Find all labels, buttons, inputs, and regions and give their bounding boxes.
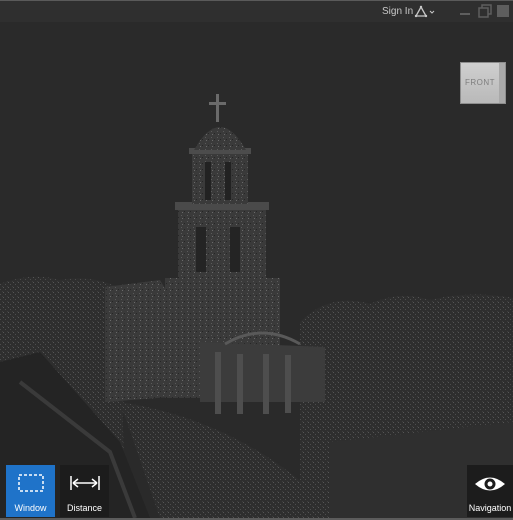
viewcube-front-face[interactable]: FRONT <box>465 78 495 87</box>
navigation-button[interactable]: Navigation <box>467 465 513 517</box>
viewcube[interactable]: FRONT <box>460 62 506 104</box>
sign-in-link[interactable]: Sign In <box>382 6 413 17</box>
distance-icon <box>69 476 100 490</box>
distance-measure-button[interactable]: Distance <box>60 465 109 517</box>
restore-icon[interactable] <box>478 4 492 18</box>
close-icon[interactable] <box>496 4 510 18</box>
point-cloud-scene <box>0 94 513 518</box>
window-select-icon <box>17 474 44 492</box>
eye-icon <box>475 477 505 491</box>
distance-button-label: Distance <box>66 503 102 513</box>
window-button-label: Window <box>14 503 47 513</box>
navigation-button-label: Navigation <box>468 503 512 513</box>
title-bar: Sign In <box>0 0 513 23</box>
account-icon[interactable] <box>414 5 436 19</box>
window-selection-button[interactable]: Window <box>6 465 55 517</box>
minimize-icon[interactable] <box>458 4 472 18</box>
point-cloud-viewport[interactable]: FRONT <box>0 22 513 518</box>
